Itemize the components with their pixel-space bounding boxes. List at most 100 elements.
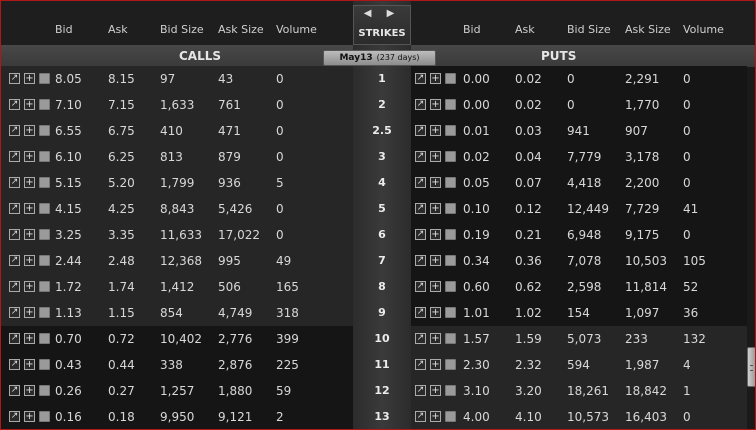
select-checkbox[interactable] xyxy=(445,307,456,318)
chart-icon[interactable]: ↗ xyxy=(415,73,426,84)
add-icon[interactable]: + xyxy=(430,281,441,292)
select-checkbox[interactable] xyxy=(445,229,456,240)
add-icon[interactable]: + xyxy=(24,203,35,214)
select-checkbox[interactable] xyxy=(39,281,50,292)
select-checkbox[interactable] xyxy=(445,125,456,136)
chart-icon[interactable]: ↗ xyxy=(9,125,20,136)
put-row[interactable]: ↗ +3.10 3.20 18,261 18,842 1 xyxy=(411,378,747,404)
expiry-selector[interactable]: May13 (237 days) xyxy=(323,50,436,66)
chart-icon[interactable]: ↗ xyxy=(415,333,426,344)
add-icon[interactable]: + xyxy=(430,307,441,318)
select-checkbox[interactable] xyxy=(39,125,50,136)
add-icon[interactable]: + xyxy=(24,385,35,396)
chart-icon[interactable]: ↗ xyxy=(9,281,20,292)
call-row[interactable]: ↗ +3.25 3.35 11,633 17,022 0 xyxy=(1,222,353,248)
select-checkbox[interactable] xyxy=(39,203,50,214)
chart-icon[interactable]: ↗ xyxy=(9,385,20,396)
chart-icon[interactable]: ↗ xyxy=(415,203,426,214)
select-checkbox[interactable] xyxy=(445,281,456,292)
add-icon[interactable]: + xyxy=(430,99,441,110)
put-row[interactable]: ↗ +0.00 0.02 0 2,291 0 xyxy=(411,66,747,92)
scrollbar-thumb[interactable] xyxy=(747,347,755,387)
add-icon[interactable]: + xyxy=(24,177,35,188)
chart-icon[interactable]: ↗ xyxy=(415,307,426,318)
add-icon[interactable]: + xyxy=(24,307,35,318)
select-checkbox[interactable] xyxy=(39,255,50,266)
select-checkbox[interactable] xyxy=(445,99,456,110)
call-row[interactable]: ↗ +0.70 0.72 10,402 2,776 399 xyxy=(1,326,353,352)
select-checkbox[interactable] xyxy=(39,99,50,110)
chart-icon[interactable]: ↗ xyxy=(415,125,426,136)
chart-icon[interactable]: ↗ xyxy=(9,177,20,188)
chart-icon[interactable]: ↗ xyxy=(9,229,20,240)
chart-icon[interactable]: ↗ xyxy=(9,411,20,422)
chart-icon[interactable]: ↗ xyxy=(9,333,20,344)
call-row[interactable]: ↗ +0.43 0.44 338 2,876 225 xyxy=(1,352,353,378)
put-row[interactable]: ↗ +4.00 4.10 10,573 16,403 0 xyxy=(411,404,747,429)
chart-icon[interactable]: ↗ xyxy=(415,255,426,266)
select-checkbox[interactable] xyxy=(445,411,456,422)
add-icon[interactable]: + xyxy=(430,151,441,162)
select-checkbox[interactable] xyxy=(445,73,456,84)
call-row[interactable]: ↗ +5.15 5.20 1,799 936 5 xyxy=(1,170,353,196)
select-checkbox[interactable] xyxy=(39,73,50,84)
call-row[interactable]: ↗ +0.16 0.18 9,950 9,121 2 xyxy=(1,404,353,429)
chart-icon[interactable]: ↗ xyxy=(415,411,426,422)
add-icon[interactable]: + xyxy=(24,99,35,110)
select-checkbox[interactable] xyxy=(445,385,456,396)
select-checkbox[interactable] xyxy=(39,151,50,162)
call-row[interactable]: ↗ +4.15 4.25 8,843 5,426 0 xyxy=(1,196,353,222)
add-icon[interactable]: + xyxy=(24,73,35,84)
put-row[interactable]: ↗ +0.00 0.02 0 1,770 0 xyxy=(411,92,747,118)
puts-volume-header[interactable]: Volume xyxy=(683,23,724,36)
add-icon[interactable]: + xyxy=(430,333,441,344)
select-checkbox[interactable] xyxy=(39,229,50,240)
select-checkbox[interactable] xyxy=(445,255,456,266)
add-icon[interactable]: + xyxy=(430,359,441,370)
put-row[interactable]: ↗ +0.34 0.36 7,078 10,503 105 xyxy=(411,248,747,274)
calls-ask-header[interactable]: Ask xyxy=(108,23,128,36)
add-icon[interactable]: + xyxy=(430,385,441,396)
call-row[interactable]: ↗ +2.44 2.48 12,368 995 49 xyxy=(1,248,353,274)
select-checkbox[interactable] xyxy=(445,333,456,344)
chart-icon[interactable]: ↗ xyxy=(9,255,20,266)
add-icon[interactable]: + xyxy=(24,229,35,240)
select-checkbox[interactable] xyxy=(39,333,50,344)
call-row[interactable]: ↗ +1.72 1.74 1,412 506 165 xyxy=(1,274,353,300)
put-row[interactable]: ↗ +0.60 0.62 2,598 11,814 52 xyxy=(411,274,747,300)
select-checkbox[interactable] xyxy=(445,151,456,162)
calls-volume-header[interactable]: Volume xyxy=(276,23,317,36)
add-icon[interactable]: + xyxy=(24,125,35,136)
put-row[interactable]: ↗ +1.01 1.02 154 1,097 36 xyxy=(411,300,747,326)
add-icon[interactable]: + xyxy=(24,151,35,162)
select-checkbox[interactable] xyxy=(39,307,50,318)
add-icon[interactable]: + xyxy=(430,255,441,266)
chart-icon[interactable]: ↗ xyxy=(9,151,20,162)
put-row[interactable]: ↗ +2.30 2.32 594 1,987 4 xyxy=(411,352,747,378)
call-row[interactable]: ↗ +7.10 7.15 1,633 761 0 xyxy=(1,92,353,118)
calls-bid-header[interactable]: Bid xyxy=(55,23,73,36)
select-checkbox[interactable] xyxy=(445,359,456,370)
chart-icon[interactable]: ↗ xyxy=(9,307,20,318)
add-icon[interactable]: + xyxy=(24,411,35,422)
add-icon[interactable]: + xyxy=(430,125,441,136)
puts-bid-size-header[interactable]: Bid Size xyxy=(567,23,611,36)
select-checkbox[interactable] xyxy=(39,411,50,422)
chart-icon[interactable]: ↗ xyxy=(9,99,20,110)
calls-ask-size-header[interactable]: Ask Size xyxy=(218,23,264,36)
add-icon[interactable]: + xyxy=(24,359,35,370)
select-checkbox[interactable] xyxy=(39,177,50,188)
select-checkbox[interactable] xyxy=(445,203,456,214)
puts-bid-header[interactable]: Bid xyxy=(463,23,481,36)
call-row[interactable]: ↗ +6.55 6.75 410 471 0 xyxy=(1,118,353,144)
strike-nav-arrows[interactable]: ◀ ▶ xyxy=(354,8,410,19)
chart-icon[interactable]: ↗ xyxy=(9,359,20,370)
put-row[interactable]: ↗ +0.02 0.04 7,779 3,178 0 xyxy=(411,144,747,170)
add-icon[interactable]: + xyxy=(24,281,35,292)
add-icon[interactable]: + xyxy=(430,411,441,422)
put-row[interactable]: ↗ +0.05 0.07 4,418 2,200 0 xyxy=(411,170,747,196)
put-row[interactable]: ↗ +0.19 0.21 6,948 9,175 0 xyxy=(411,222,747,248)
chart-icon[interactable]: ↗ xyxy=(415,385,426,396)
chart-icon[interactable]: ↗ xyxy=(9,73,20,84)
puts-ask-header[interactable]: Ask xyxy=(515,23,535,36)
